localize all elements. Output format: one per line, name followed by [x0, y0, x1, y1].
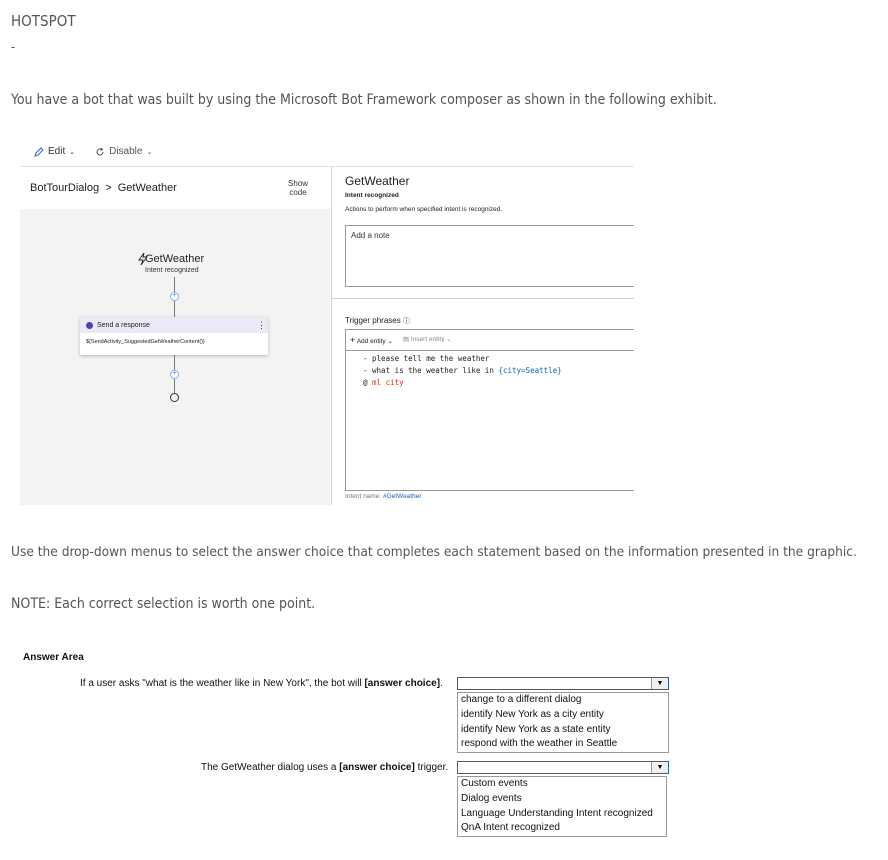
- answer-options-1: change to a different dialog identify Ne…: [457, 692, 669, 753]
- answer-area-title: Answer Area: [23, 652, 84, 663]
- trigger-toolbar-divider: [346, 350, 634, 351]
- intent-name-label: Intent name:: [345, 493, 383, 500]
- statement-1-blank: [answer choice]: [364, 678, 441, 689]
- trigger-phrases-label: Trigger phrases ⓘ: [345, 316, 410, 326]
- edit-label: Edit: [48, 146, 66, 157]
- add-entity-label: Add entity: [356, 338, 386, 345]
- exhibit-toolbar: Edit ⌄ Disable ⌄: [34, 146, 152, 157]
- chevron-down-icon: ⌄: [69, 148, 76, 156]
- show-code-line1: Show: [288, 179, 309, 188]
- statement-1-prefix: If a user asks "what is the weather like…: [80, 678, 365, 689]
- answer-select-2[interactable]: ▼: [457, 761, 669, 774]
- code-entity: {city=Seattle}: [498, 366, 562, 375]
- panel-description: Actions to perform when specified intent…: [345, 206, 503, 213]
- add-action-plus-icon[interactable]: +: [170, 370, 179, 379]
- intent-name: Intent name: #GetWeather: [345, 493, 422, 500]
- plus-icon: +: [350, 335, 356, 345]
- dropdown-arrow-icon[interactable]: ▼: [651, 678, 668, 689]
- edit-menu[interactable]: Edit ⌄: [34, 146, 75, 157]
- statement-1: If a user asks "what is the weather like…: [80, 678, 443, 689]
- card-header: Send a response: [80, 317, 268, 333]
- code-entity-name: city: [381, 378, 404, 387]
- refresh-icon: [96, 147, 104, 155]
- dropdown-arrow-icon[interactable]: ▼: [651, 762, 668, 773]
- insert-entity-label: Insert entity: [410, 336, 445, 343]
- code-line-1: - please tell me the weather: [363, 354, 490, 363]
- question-note: NOTE: Each correct selection is worth on…: [11, 596, 316, 612]
- statement-2-suffix: trigger.: [414, 762, 449, 773]
- info-icon: ⓘ: [402, 318, 410, 325]
- question-intro: You have a bot that was built by using t…: [11, 92, 717, 108]
- chevron-down-icon: ⌄: [446, 336, 452, 343]
- note-placeholder: Add a note: [351, 231, 390, 240]
- card-title: Send a response: [97, 321, 150, 329]
- trigger-node-subtitle: Intent recognized: [145, 267, 199, 274]
- code-phrase: - what is the weather like in: [363, 366, 499, 375]
- answer-options-2: Custom events Dialog events Language Und…: [457, 776, 667, 837]
- option-item[interactable]: Custom events: [461, 777, 664, 792]
- option-item[interactable]: change to a different dialog: [461, 693, 666, 708]
- insert-entity-button[interactable]: ▤ Insert entity ⌄: [403, 335, 452, 345]
- toolbar-divider: [20, 166, 634, 167]
- statement-2-prefix: The GetWeather dialog uses a: [201, 762, 340, 773]
- option-item[interactable]: identify New York as a state entity: [461, 723, 666, 738]
- trigger-phrases-text: Trigger phrases: [345, 316, 401, 325]
- panel-divider: [331, 167, 332, 505]
- add-entity-button[interactable]: + Add entity ⌄: [350, 335, 393, 345]
- disable-label: Disable: [109, 146, 143, 157]
- option-item[interactable]: identify New York as a city entity: [461, 708, 666, 723]
- end-node-icon: [170, 393, 179, 402]
- disable-menu[interactable]: Disable ⌄: [95, 146, 152, 157]
- chat-bubble-icon: [86, 321, 93, 329]
- answer-select-1[interactable]: ▼: [457, 677, 669, 690]
- option-item[interactable]: respond with the weather in Seattle: [461, 737, 666, 752]
- code-line-3: @ ml city: [363, 377, 562, 389]
- more-options-icon[interactable]: ⋮: [257, 320, 266, 331]
- trigger-toolbar: + Add entity ⌄ ▤ Insert entity ⌄: [350, 335, 452, 345]
- question-instruction: Use the drop-down menus to select the an…: [11, 544, 857, 560]
- statement-2-blank: [answer choice]: [339, 762, 415, 773]
- intent-name-value: #GetWeather: [382, 493, 422, 500]
- panel-subtitle: Intent recognized: [345, 192, 399, 199]
- show-code-line2: code: [289, 188, 307, 197]
- panel-title: GetWeather: [345, 174, 410, 188]
- send-response-card[interactable]: Send a response ${SendActivity_Suggested…: [80, 317, 268, 355]
- show-code-button[interactable]: Show code: [288, 179, 308, 197]
- statement-1-suffix: .: [440, 678, 443, 689]
- statement-2: The GetWeather dialog uses a [answer cho…: [201, 762, 448, 773]
- lu-code[interactable]: - please tell me the weather - what is th…: [363, 353, 562, 389]
- card-body: ${SendActivity_SuggestedGetWeatherConten…: [86, 339, 205, 345]
- option-item[interactable]: Language Understanding Intent recognized: [461, 807, 664, 822]
- table-icon: ▤: [402, 336, 410, 343]
- option-item[interactable]: Dialog events: [461, 792, 664, 807]
- question-title: HOTSPOT: [11, 12, 76, 30]
- pencil-icon: [34, 146, 44, 157]
- trigger-node-title[interactable]: GetWeather: [145, 253, 204, 265]
- question-dash: -: [11, 40, 16, 55]
- breadcrumb[interactable]: BotTourDialog > GetWeather: [30, 182, 177, 194]
- add-action-plus-icon[interactable]: +: [170, 292, 179, 301]
- chevron-down-icon: ⌄: [146, 148, 153, 156]
- panel-section-divider: [332, 298, 634, 299]
- code-line-2: - what is the weather like in {city=Seat…: [363, 365, 562, 377]
- option-item[interactable]: QnA Intent recognized: [461, 821, 664, 836]
- code-at: @: [363, 378, 373, 387]
- code-ml-keyword: ml: [372, 378, 382, 387]
- chevron-down-icon: ⌄: [387, 338, 393, 345]
